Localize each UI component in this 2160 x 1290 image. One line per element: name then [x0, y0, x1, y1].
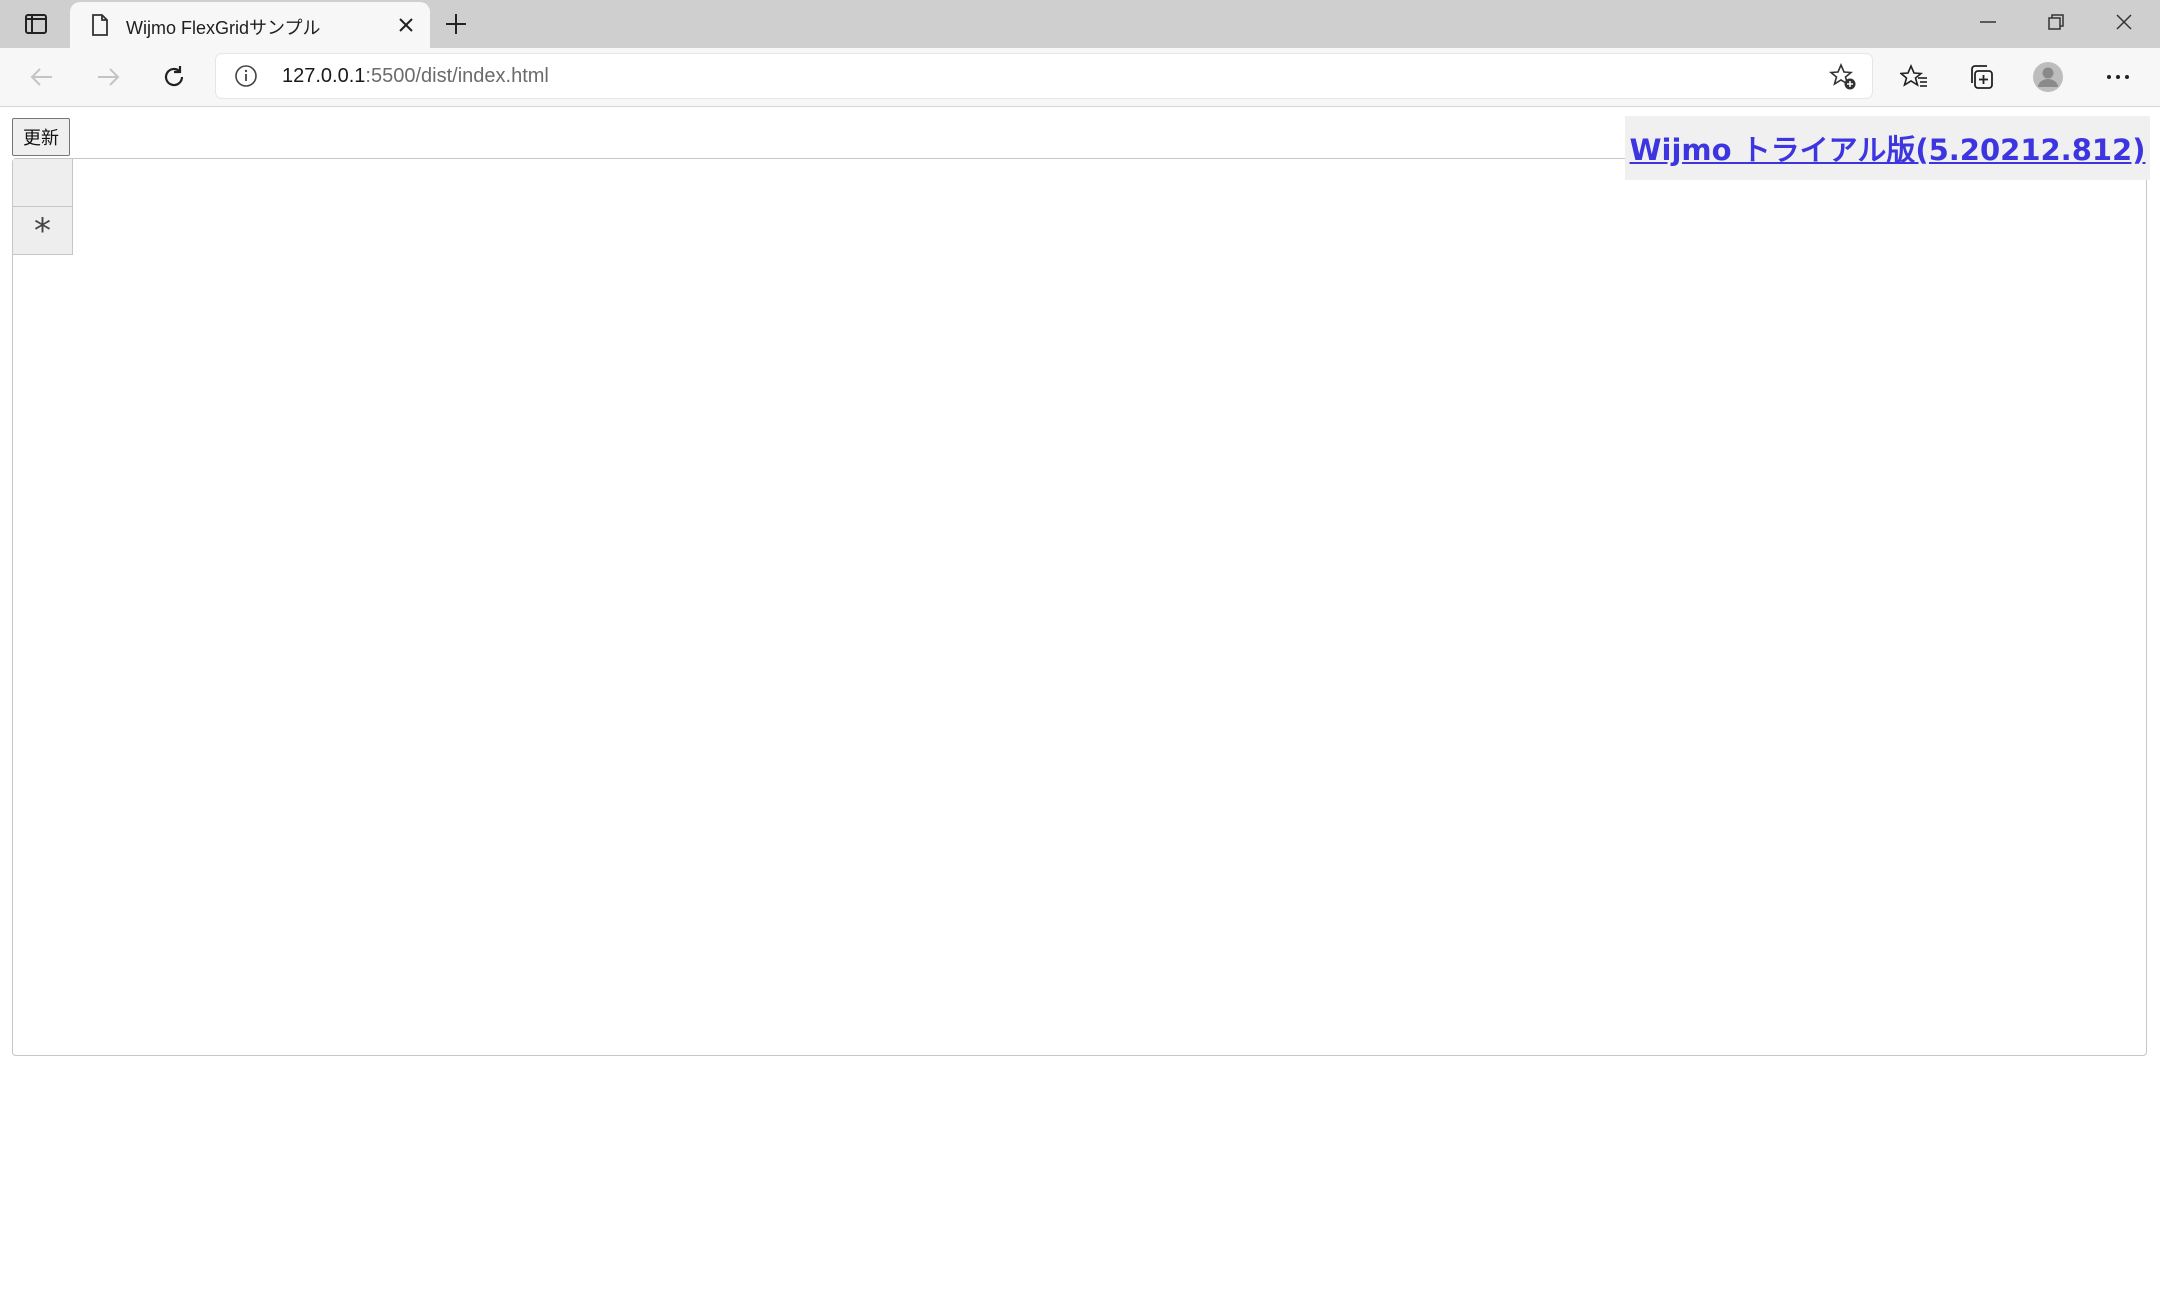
plus-icon[interactable]	[438, 6, 474, 42]
page-icon	[88, 13, 112, 37]
tab-actions-icon[interactable]	[16, 6, 56, 42]
profile-icon[interactable]	[2028, 57, 2068, 97]
trial-banner: Wijmo トライアル版(5.20212.812)	[1625, 116, 2150, 180]
tab-title: Wijmo FlexGridサンプル	[126, 18, 321, 38]
url-text[interactable]: 127.0.0.1:5500/dist/index.html	[282, 65, 549, 88]
favorites-icon[interactable]	[1894, 57, 1934, 97]
back-arrow-icon[interactable]	[22, 57, 62, 97]
url-path: :5500/dist/index.html	[365, 65, 549, 87]
info-icon[interactable]	[232, 62, 260, 90]
close-icon[interactable]	[392, 11, 420, 39]
address-bar[interactable]: 127.0.0.1:5500/dist/index.html	[216, 54, 1872, 98]
flexgrid[interactable]: *	[12, 158, 2147, 1056]
browser-tab[interactable]: Wijmo FlexGridサンプル	[70, 2, 430, 48]
new-row-header[interactable]: *	[13, 207, 73, 255]
trial-link[interactable]: Wijmo トライアル版(5.20212.812)	[1630, 127, 2146, 169]
collections-icon[interactable]	[1961, 57, 2001, 97]
grid-top-left-cell[interactable]	[13, 159, 73, 207]
close-window-icon[interactable]	[2090, 0, 2158, 44]
tab-strip: Wijmo FlexGridサンプル	[0, 0, 2160, 48]
url-host: 127.0.0.1	[282, 65, 366, 87]
restore-icon[interactable]	[2022, 0, 2090, 44]
more-icon[interactable]	[2098, 57, 2138, 97]
refresh-button[interactable]: 更新	[12, 118, 70, 156]
forward-arrow-icon[interactable]	[88, 57, 128, 97]
browser-toolbar: 127.0.0.1:5500/dist/index.html	[0, 48, 2160, 107]
minimize-icon[interactable]	[1954, 0, 2022, 44]
reload-icon[interactable]	[154, 57, 194, 97]
star-add-icon[interactable]	[1828, 62, 1858, 92]
